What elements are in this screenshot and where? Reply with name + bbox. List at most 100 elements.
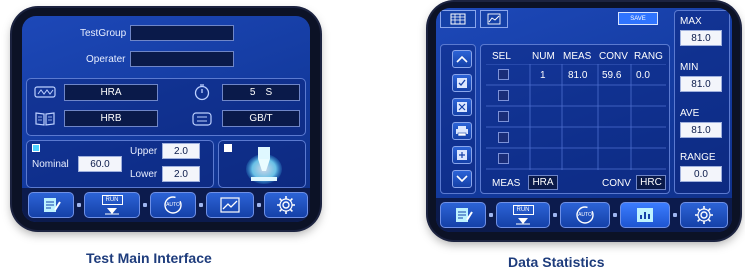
toolbar-divider: [489, 213, 493, 217]
table-cell-num: 1: [540, 70, 546, 81]
operator-label: Operater: [86, 54, 126, 65]
data-statistics-screen: SAVE SEL NUM MEAS CONV RANG 1 81.0 59.6 …: [436, 8, 732, 232]
max-value: 81.0: [680, 30, 722, 46]
auto-label: AUTO: [578, 212, 592, 218]
chart-view-tab[interactable]: [480, 10, 508, 28]
operator-field[interactable]: [130, 51, 234, 67]
down-arrow-icon: [516, 218, 530, 225]
run-label: RUN: [512, 205, 534, 215]
hardness-scale-icon: [34, 84, 56, 100]
chart-icon: [220, 197, 240, 213]
chevron-up-icon: [456, 55, 468, 63]
row-select-checkbox[interactable]: [498, 132, 509, 143]
max-label: MAX: [680, 16, 702, 27]
row-select-checkbox[interactable]: [498, 69, 509, 80]
primary-scale-field[interactable]: HRA: [64, 84, 158, 101]
save-button[interactable]: SAVE: [618, 12, 658, 25]
column-header-conv: CONV: [599, 51, 628, 62]
settings-button[interactable]: [264, 192, 308, 218]
toolbar-divider: [77, 203, 81, 207]
bar-chart-icon: [637, 208, 653, 222]
report-button[interactable]: [440, 202, 486, 228]
printer-icon: [456, 126, 468, 137]
trend-chart-icon: [487, 13, 501, 25]
column-header-meas: MEAS: [563, 51, 592, 62]
tolerance-checkbox[interactable]: [32, 144, 40, 152]
delete-button[interactable]: [452, 98, 472, 116]
row-select-checkbox[interactable]: [498, 111, 509, 122]
statistics-button[interactable]: [206, 192, 254, 218]
column-header-rang: RANG: [634, 51, 663, 62]
nominal-input[interactable]: 60.0: [78, 156, 122, 172]
main-interface-screen: TestGroup Operater HRA HRB 5 S GB/T Nomi…: [22, 16, 310, 222]
average-value: 81.0: [680, 122, 722, 138]
upper-label: Upper: [130, 146, 158, 157]
lower-input[interactable]: 2.0: [162, 166, 200, 182]
statistics-button[interactable]: [620, 202, 670, 228]
meas-scale-label: MEAS: [492, 178, 521, 189]
table-cell-rang: 0.0: [636, 70, 650, 81]
export-icon: [457, 150, 467, 160]
report-icon: [456, 208, 473, 222]
secondary-scale-field[interactable]: HRB: [64, 110, 158, 127]
toolbar-divider: [199, 203, 203, 207]
auto-button[interactable]: AUTO: [150, 192, 196, 218]
column-header-num: NUM: [532, 51, 555, 62]
main-interface-device: TestGroup Operater HRA HRB 5 S GB/T Nomi…: [12, 8, 320, 230]
toolbar-divider: [613, 213, 617, 217]
auto-button[interactable]: AUTO: [560, 202, 610, 228]
save-label: SAVE: [630, 15, 646, 22]
book-icon: [34, 111, 56, 127]
report-icon: [44, 198, 61, 212]
export-button[interactable]: [452, 146, 472, 164]
grid-icon: [450, 13, 466, 25]
timer-icon: [192, 82, 212, 102]
table-view-tab[interactable]: [440, 10, 476, 28]
run-button[interactable]: RUN: [496, 202, 550, 228]
test-group-label: TestGroup: [80, 28, 127, 39]
standard-icon: [192, 110, 212, 128]
scroll-up-button[interactable]: [452, 50, 472, 68]
upper-input[interactable]: 2.0: [162, 143, 200, 159]
data-statistics-device: SAVE SEL NUM MEAS CONV RANG 1 81.0 59.6 …: [428, 2, 740, 240]
run-label: RUN: [101, 195, 123, 205]
toolbar-divider: [553, 213, 557, 217]
row-select-checkbox[interactable]: [498, 90, 509, 101]
dwell-time-field[interactable]: 5 S: [222, 84, 300, 101]
chevron-down-icon: [456, 175, 468, 183]
indenter-icon: [244, 142, 284, 186]
range-value: 0.0: [680, 166, 722, 182]
toolbar-divider: [673, 213, 677, 217]
toolbar-divider: [257, 203, 261, 207]
table-cell-conv: 59.6: [602, 70, 622, 81]
column-header-sel: SEL: [492, 51, 511, 62]
conv-scale-label: CONV: [602, 178, 631, 189]
range-label: RANGE: [680, 152, 716, 163]
dwell-time-unit: S: [265, 87, 273, 98]
dwell-time-value: 5: [249, 87, 256, 98]
run-button[interactable]: RUN: [84, 192, 140, 218]
settings-button[interactable]: [680, 202, 728, 228]
table-cell-meas: 81.0: [568, 70, 588, 81]
standard-field[interactable]: GB/T: [222, 110, 300, 127]
meas-scale-field[interactable]: HRA: [528, 175, 558, 190]
conv-scale-field[interactable]: HRC: [636, 175, 666, 190]
delete-icon: [457, 102, 467, 112]
row-select-checkbox[interactable]: [498, 153, 509, 164]
toolbar-divider: [143, 203, 147, 207]
auto-label: AUTO: [166, 202, 180, 208]
test-group-field[interactable]: [130, 25, 234, 41]
scroll-down-button[interactable]: [452, 170, 472, 188]
gear-icon: [695, 206, 713, 224]
indenter-checkbox[interactable]: [224, 144, 232, 152]
gear-icon: [277, 196, 295, 214]
lower-label: Lower: [130, 169, 158, 180]
caption-data-statistics: Data Statistics: [508, 254, 605, 270]
min-value: 81.0: [680, 76, 722, 92]
caption-main-interface: Test Main Interface: [86, 250, 212, 266]
report-button[interactable]: [28, 192, 74, 218]
select-all-button[interactable]: [452, 74, 472, 92]
down-arrow-icon: [105, 208, 119, 215]
print-button[interactable]: [452, 122, 472, 140]
nominal-label: Nominal: [32, 159, 69, 170]
